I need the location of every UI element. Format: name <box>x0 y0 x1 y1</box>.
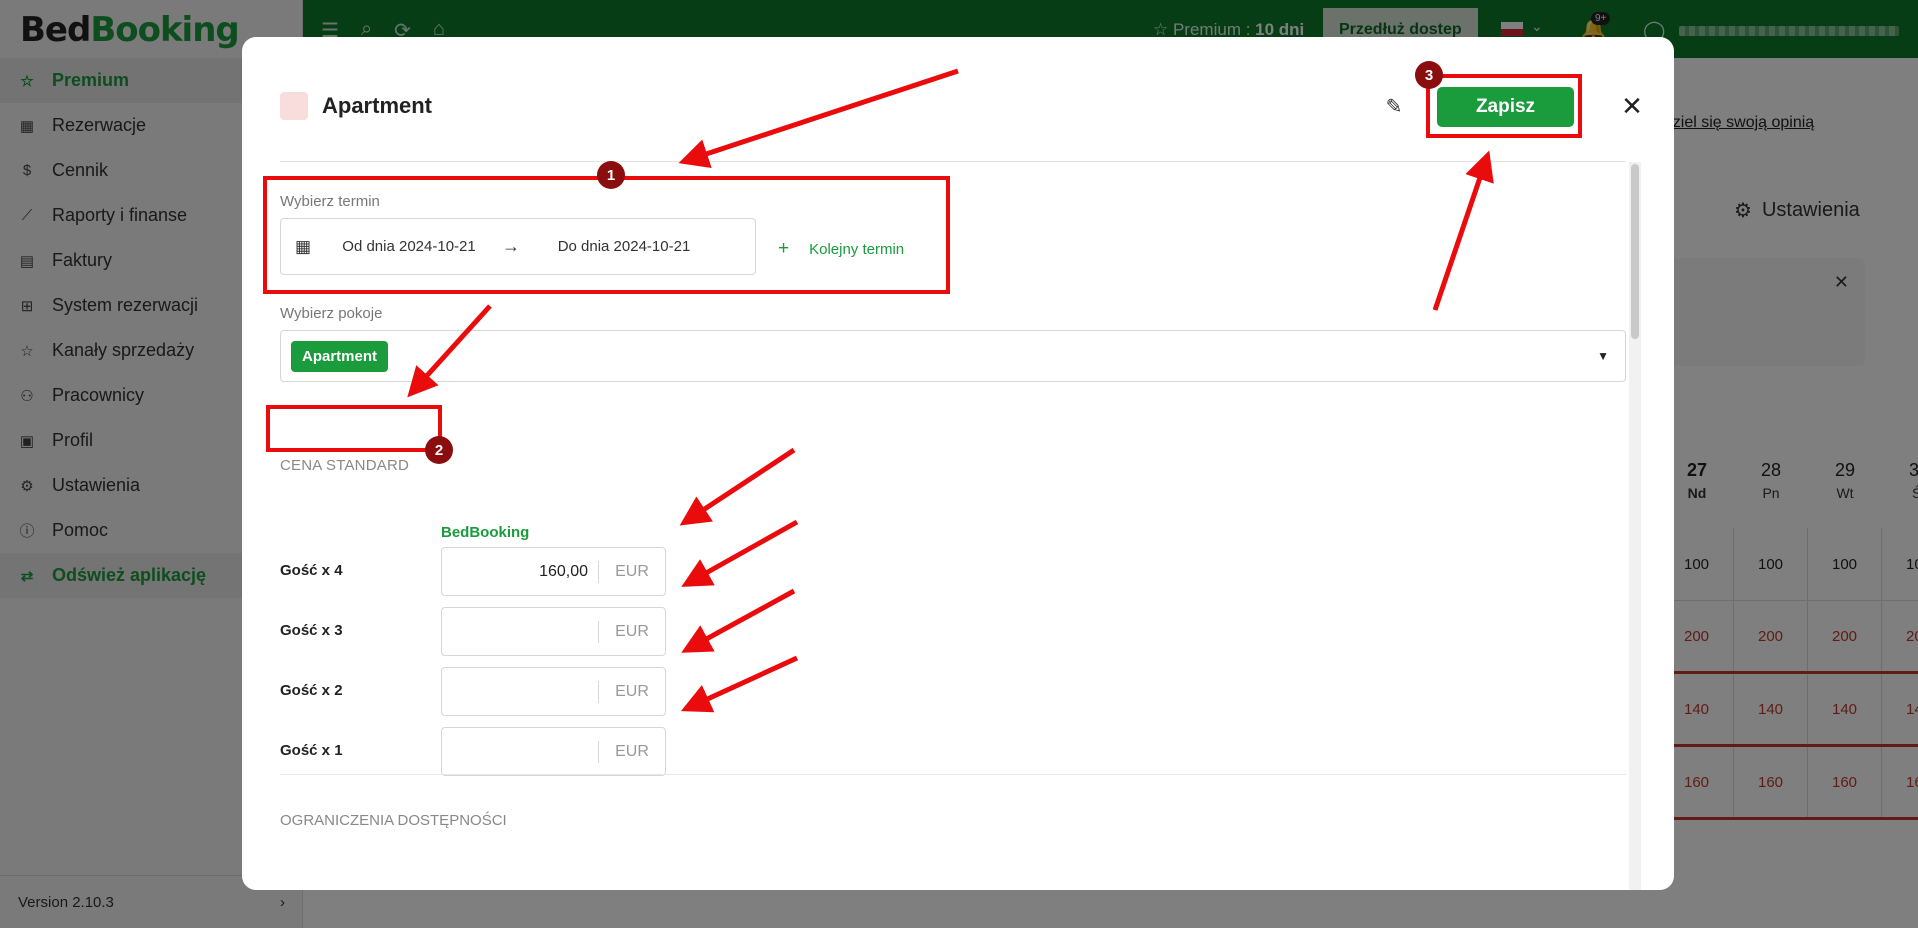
edit-icon[interactable]: ✎ <box>1379 91 1409 121</box>
standard-price-heading: CENA STANDARD <box>280 457 410 474</box>
room-color-swatch <box>280 92 308 120</box>
annotation-badge-2: 2 <box>425 436 453 464</box>
annotation-badge-1: 1 <box>597 161 625 189</box>
price-row: Gość x 1 EUR <box>280 727 880 776</box>
currency-label: EUR <box>615 742 649 760</box>
price-row: Gość x 2 EUR <box>280 667 880 716</box>
price-row: Gość x 4 160,00 EUR <box>280 547 880 596</box>
section-divider <box>280 774 1626 775</box>
currency-label: EUR <box>615 622 649 640</box>
price-input[interactable]: EUR <box>441 607 666 656</box>
annotation-box-save <box>1426 74 1582 138</box>
guest-count-label: Gość x 4 <box>280 562 343 579</box>
price-input[interactable]: EUR <box>441 727 666 776</box>
price-input[interactable]: 160,00 EUR <box>441 547 666 596</box>
annotation-box-price-section <box>266 405 442 452</box>
guest-count-label: Gość x 3 <box>280 622 343 639</box>
availability-restrictions-heading: OGRANICZENIA DOSTĘPNOŚCI <box>280 812 507 829</box>
close-icon[interactable]: ✕ <box>1618 91 1646 121</box>
price-value[interactable]: 160,00 <box>442 563 598 581</box>
guest-count-label: Gość x 1 <box>280 742 343 759</box>
currency-label: EUR <box>615 562 649 580</box>
channel-column-label: BedBooking <box>441 524 530 541</box>
rooms-section-label: Wybierz pokoje <box>280 305 383 322</box>
modal-title: Apartment <box>322 93 433 118</box>
scrollbar-thumb[interactable] <box>1631 164 1639 339</box>
price-edit-modal: Apartment ✎ Zapisz ✕ Wybierz termin ▦ Od… <box>242 37 1674 890</box>
selected-room-chip[interactable]: Apartment <box>291 341 389 372</box>
rooms-select[interactable]: Apartment ▼ <box>280 330 1626 382</box>
annotation-badge-3: 3 <box>1415 61 1443 89</box>
annotation-box-date <box>263 176 950 294</box>
price-row: Gość x 3 EUR <box>280 607 880 656</box>
price-input[interactable]: EUR <box>441 667 666 716</box>
guest-count-label: Gość x 2 <box>280 682 343 699</box>
currency-label: EUR <box>615 682 649 700</box>
caret-down-icon[interactable]: ▼ <box>1597 349 1609 363</box>
